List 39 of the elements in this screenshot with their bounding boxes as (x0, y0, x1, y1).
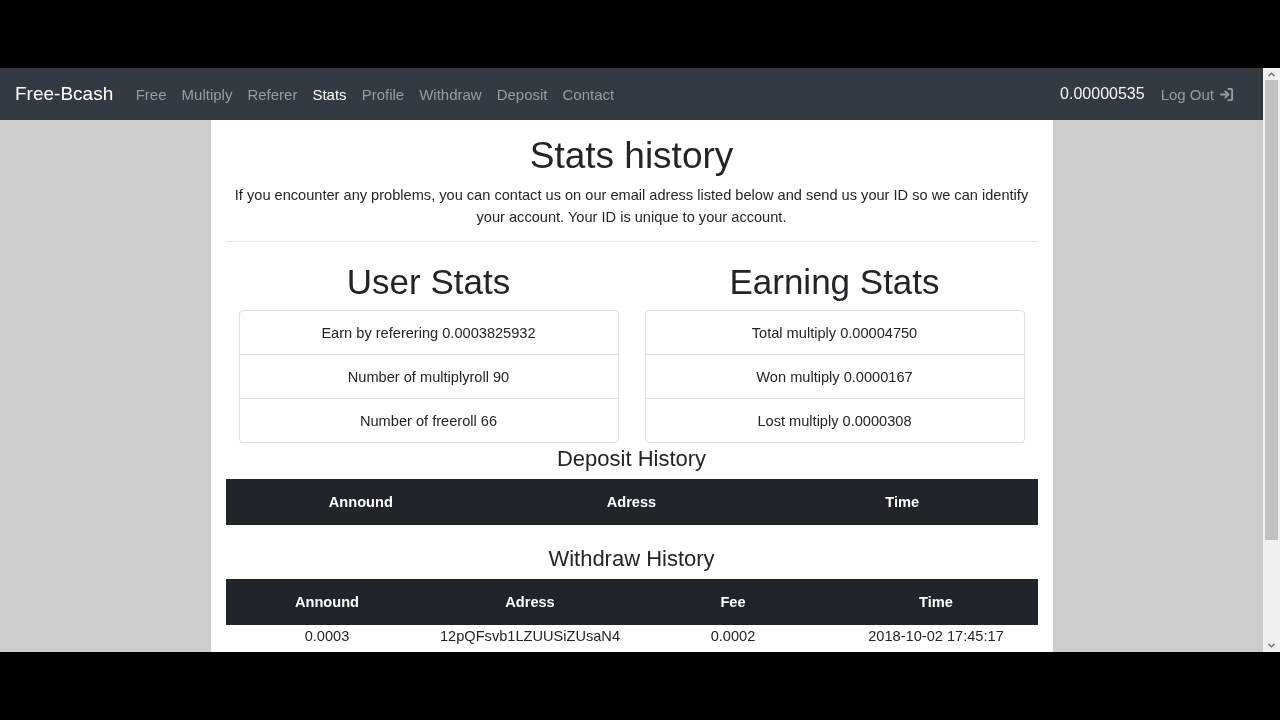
section-heading: User Stats (346, 261, 511, 303)
nav-link[interactable]: Deposit (489, 77, 556, 111)
page-title: Stats history (529, 134, 734, 178)
section-heading: Earning Stats (729, 261, 940, 303)
nav-link[interactable]: Multiply (174, 77, 240, 111)
column-header: Fee (631, 579, 835, 625)
balance-amount: 0.00000535 (1060, 85, 1145, 103)
logout-link[interactable]: Log Out (1152, 77, 1242, 111)
nav-link[interactable]: Contact (555, 77, 622, 111)
table-cell: 2018-10-02 17:45:17 (834, 625, 1038, 649)
column-header: Annound (225, 479, 497, 525)
chevron-down-icon[interactable] (1266, 640, 1277, 651)
scrollbar[interactable] (1263, 68, 1280, 652)
chevron-up-icon[interactable] (1266, 69, 1277, 80)
brand-link[interactable]: Free-Bcash (15, 83, 114, 105)
section-heading: Withdraw History (548, 546, 715, 572)
table-cell: 12pQFsvb1LZUUSiZUsaN4 (428, 625, 632, 649)
column-header: Time (766, 479, 1038, 525)
stat-item: Lost multiply 0.0000308 (644, 398, 1025, 443)
nav-link[interactable]: Stats (304, 77, 355, 111)
stat-item: Earn by referering 0.0003825932 (238, 310, 619, 355)
intro-paragraph: If you encounter any problems, you can contact us on our email adress listed below and send us your ID so we can identify your account. Your ID is unique to your account. (233, 186, 1030, 227)
section-heading: Deposit History (556, 446, 707, 472)
stat-item: Total multiply 0.00004750 (644, 310, 1025, 355)
scrollbar-thumb[interactable] (1265, 80, 1278, 540)
stat-item: Number of multiplyroll 90 (238, 354, 619, 399)
sign-in-icon (1219, 86, 1234, 102)
nav-link[interactable]: Referer (239, 77, 305, 111)
column-header: Time (834, 579, 1038, 625)
nav-link[interactable]: Withdraw (411, 77, 490, 111)
table-cell: 0.0003 (225, 625, 429, 649)
stat-item: Number of freeroll 66 (238, 398, 619, 443)
column-header: Adress (496, 479, 767, 525)
table-cell: 0.0002 (631, 625, 835, 649)
column-header: Adress (428, 579, 632, 625)
column-header: Annound (225, 579, 429, 625)
stat-item: Won multiply 0.0000167 (644, 354, 1025, 399)
nav-link[interactable]: Free (128, 77, 175, 111)
nav-link[interactable]: Profile (354, 77, 412, 111)
